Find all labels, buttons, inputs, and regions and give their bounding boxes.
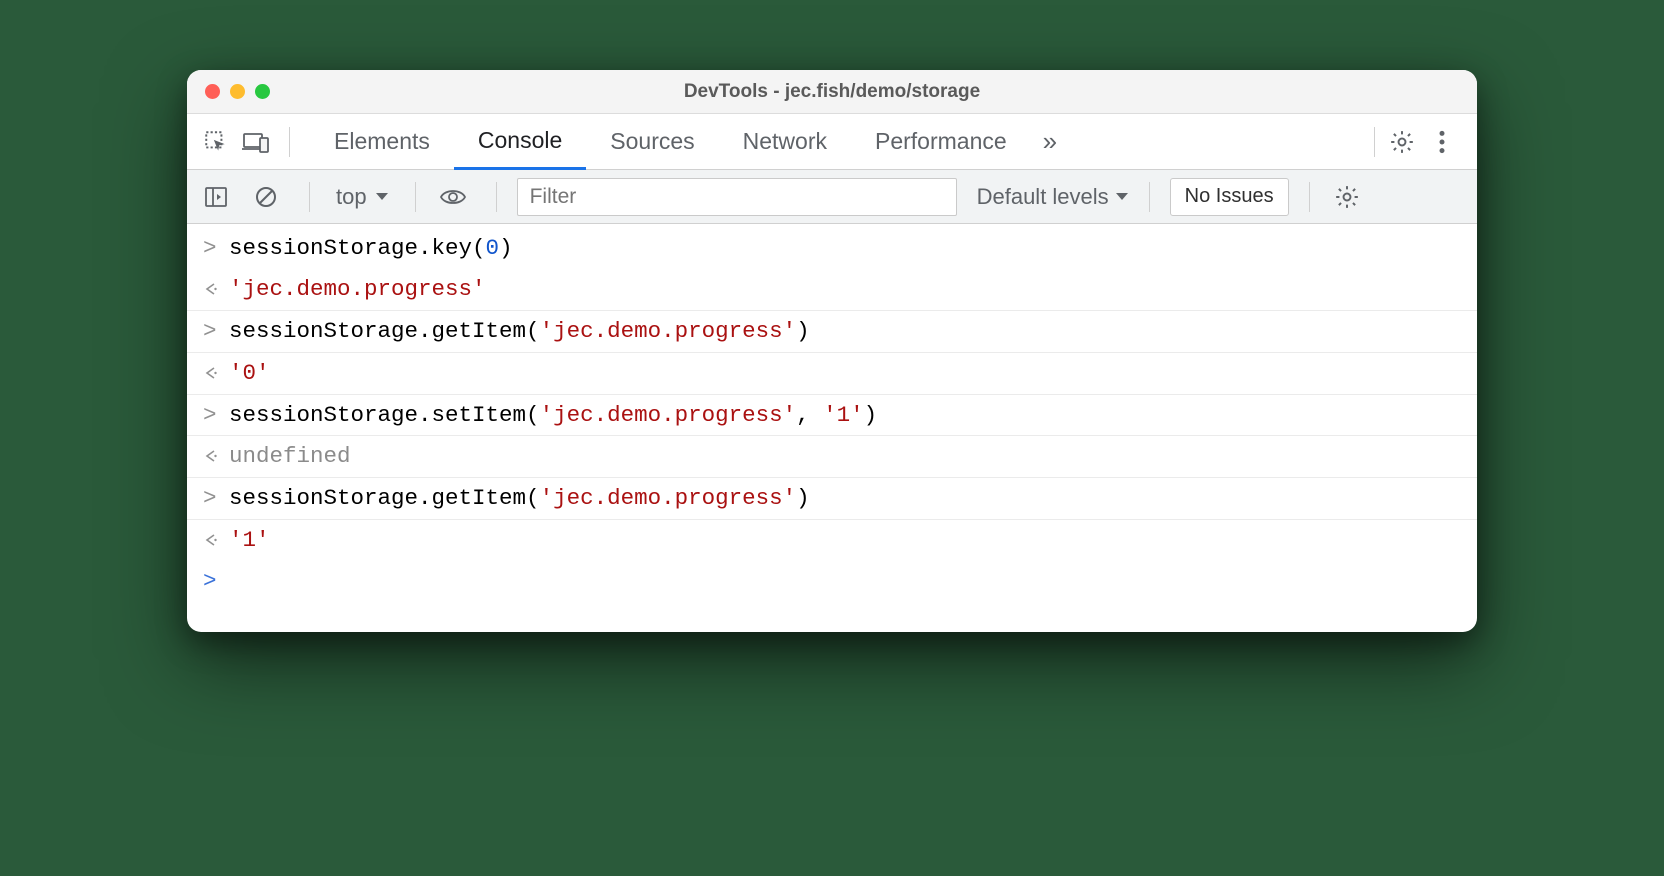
code-text: sessionStorage.key(0) (229, 231, 513, 266)
tab-console[interactable]: Console (454, 114, 586, 170)
divider (1374, 127, 1375, 157)
sidebar-toggle-icon[interactable] (199, 180, 233, 214)
output-chevron-icon (203, 272, 229, 307)
live-expression-eye-icon[interactable] (436, 180, 470, 214)
divider (1149, 182, 1150, 212)
context-selector[interactable]: top (330, 184, 395, 210)
tab-network[interactable]: Network (719, 114, 851, 170)
console-output-row: undefined (187, 436, 1477, 477)
clear-console-icon[interactable] (249, 180, 283, 214)
code-text: undefined (229, 439, 351, 474)
console-settings-gear-icon[interactable] (1330, 180, 1364, 214)
divider (1309, 182, 1310, 212)
chevron-down-icon (375, 192, 389, 202)
prompt-chevron-icon: > (203, 564, 229, 599)
input-chevron-icon: > (203, 314, 229, 349)
tab-elements[interactable]: Elements (310, 114, 454, 170)
code-text: '1' (229, 523, 270, 558)
console-output-row: '0' (187, 353, 1477, 394)
console-toolbar: top Default levels No Issues (187, 170, 1477, 224)
code-text: 'jec.demo.progress' (229, 272, 486, 307)
device-toolbar-icon[interactable] (239, 125, 273, 159)
tab-sources[interactable]: Sources (586, 114, 718, 170)
output-chevron-icon (203, 523, 229, 558)
input-chevron-icon: > (203, 398, 229, 433)
console-input-row: >sessionStorage.getItem('jec.demo.progre… (187, 477, 1477, 520)
tabs: ElementsConsoleSourcesNetworkPerformance (310, 114, 1031, 170)
kebab-menu-icon[interactable] (1425, 125, 1459, 159)
console-input-row: >sessionStorage.key(0) (187, 228, 1477, 269)
chevron-down-icon (1115, 192, 1129, 202)
console-output-row: 'jec.demo.progress' (187, 269, 1477, 310)
issues-button[interactable]: No Issues (1170, 178, 1289, 216)
console-output-row: '1' (187, 520, 1477, 561)
settings-gear-icon[interactable] (1385, 125, 1419, 159)
more-tabs-icon[interactable]: » (1043, 126, 1053, 157)
code-text: sessionStorage.getItem('jec.demo.progres… (229, 314, 810, 349)
output-chevron-icon (203, 356, 229, 391)
divider (289, 127, 290, 157)
console-prompt-row[interactable]: > (187, 561, 1477, 602)
output-chevron-icon (203, 439, 229, 474)
divider (415, 182, 416, 212)
main-tabbar: ElementsConsoleSourcesNetworkPerformance… (187, 114, 1477, 170)
input-chevron-icon: > (203, 231, 229, 266)
log-levels-selector[interactable]: Default levels (977, 184, 1129, 210)
console-log-area[interactable]: >sessionStorage.key(0)'jec.demo.progress… (187, 224, 1477, 632)
tab-performance[interactable]: Performance (851, 114, 1031, 170)
filter-input[interactable] (517, 178, 957, 216)
levels-label: Default levels (977, 184, 1109, 210)
code-text: '0' (229, 356, 270, 391)
devtools-window: DevTools - jec.fish/demo/storage Element… (187, 70, 1477, 632)
code-text: sessionStorage.getItem('jec.demo.progres… (229, 481, 810, 516)
console-input-row: >sessionStorage.getItem('jec.demo.progre… (187, 310, 1477, 353)
input-chevron-icon: > (203, 481, 229, 516)
divider (309, 182, 310, 212)
window-title: DevTools - jec.fish/demo/storage (187, 81, 1477, 103)
titlebar: DevTools - jec.fish/demo/storage (187, 70, 1477, 114)
console-input-row: >sessionStorage.setItem('jec.demo.progre… (187, 394, 1477, 437)
context-label: top (336, 184, 367, 210)
inspect-element-icon[interactable] (199, 125, 233, 159)
code-text: sessionStorage.setItem('jec.demo.progres… (229, 398, 877, 433)
divider (496, 182, 497, 212)
